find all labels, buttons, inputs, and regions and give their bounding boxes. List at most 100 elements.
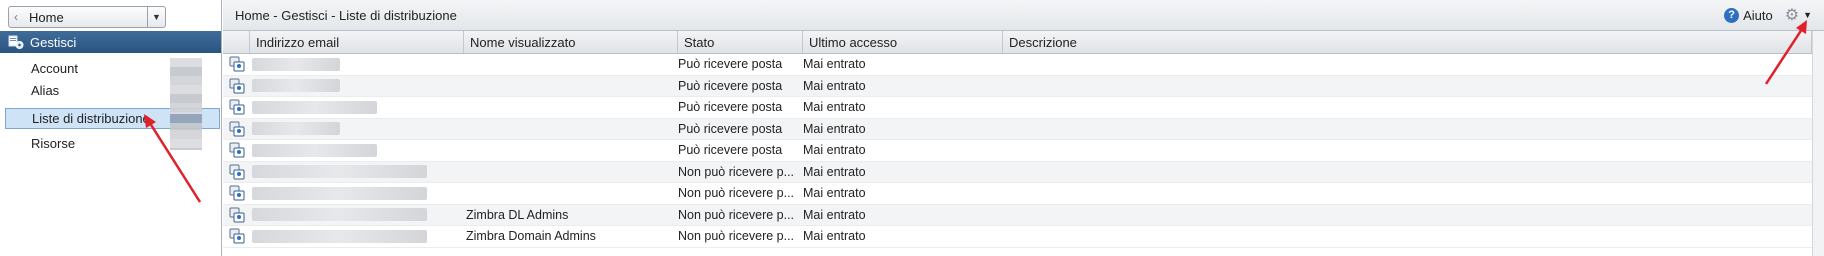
admin-console: ‹ Home ▼ Gestisci Account Alias Liste di… bbox=[0, 0, 1824, 256]
home-selector[interactable]: ‹ Home ▼ bbox=[8, 6, 166, 28]
distribution-list-icon bbox=[223, 226, 250, 247]
email-cell bbox=[250, 205, 464, 226]
status-cell: Non può ricevere p... bbox=[678, 229, 795, 244]
display-name-cell: Zimbra Domain Admins bbox=[466, 229, 596, 244]
distribution-list-icon bbox=[223, 76, 250, 97]
display-name-cell bbox=[464, 54, 678, 75]
table-row[interactable]: Può ricevere posta Mai entrato bbox=[223, 54, 1812, 76]
description-cell bbox=[1003, 119, 1812, 140]
redacted-email bbox=[252, 79, 340, 93]
redacted-email bbox=[252, 57, 340, 71]
distribution-list-icon bbox=[223, 119, 250, 140]
status-cell: Non può ricevere p... bbox=[678, 207, 795, 222]
description-cell bbox=[1003, 54, 1812, 75]
main-panel: Home - Gestisci - Liste di distribuzione… bbox=[223, 0, 1824, 256]
display-name-cell bbox=[464, 183, 678, 204]
description-cell bbox=[1003, 76, 1812, 97]
status-cell: Non può ricevere p... bbox=[678, 186, 795, 201]
last-access-cell: Mai entrato bbox=[803, 78, 866, 93]
table-row[interactable]: Può ricevere posta Mai entrato bbox=[223, 118, 1812, 140]
status-cell: Non può ricevere p... bbox=[678, 164, 795, 179]
description-cell bbox=[1003, 226, 1812, 247]
display-name-cell bbox=[464, 119, 678, 140]
gear-icon: ⚙ bbox=[1784, 7, 1800, 24]
email-cell bbox=[250, 97, 464, 118]
description-cell bbox=[1003, 140, 1812, 161]
column-header-description[interactable]: Descrizione bbox=[1003, 31, 1812, 53]
top-toolbar: Home - Gestisci - Liste di distribuzione… bbox=[223, 0, 1824, 31]
nav-item-label: Account bbox=[31, 61, 78, 76]
display-name-cell bbox=[464, 140, 678, 161]
table-row[interactable]: Può ricevere posta Mai entrato bbox=[223, 97, 1812, 119]
redacted-email bbox=[252, 208, 427, 222]
table-row[interactable]: Non può ricevere p... Mai entrato bbox=[223, 161, 1812, 183]
status-cell: Può ricevere posta bbox=[678, 57, 783, 72]
last-access-cell: Mai entrato bbox=[803, 143, 866, 158]
nav-item-label: Liste di distribuzione bbox=[32, 111, 150, 126]
table-header: Indirizzo email Nome visualizzato Stato … bbox=[223, 31, 1812, 54]
email-cell bbox=[250, 162, 464, 183]
distribution-list-icon bbox=[223, 205, 250, 226]
email-cell bbox=[250, 140, 464, 161]
distribution-list-table: Indirizzo email Nome visualizzato Stato … bbox=[223, 31, 1812, 248]
last-access-cell: Mai entrato bbox=[803, 207, 866, 222]
email-cell bbox=[250, 76, 464, 97]
last-access-cell: Mai entrato bbox=[803, 164, 866, 179]
column-header-status[interactable]: Stato bbox=[678, 31, 803, 53]
description-cell bbox=[1003, 205, 1812, 226]
table-row[interactable]: Può ricevere posta Mai entrato bbox=[223, 75, 1812, 97]
redacted-email bbox=[252, 143, 377, 157]
display-name-cell bbox=[464, 76, 678, 97]
chevron-down-icon[interactable]: ▼ bbox=[147, 7, 165, 27]
column-header-display-name[interactable]: Nome visualizzato bbox=[464, 31, 678, 53]
nav-item-label: Alias bbox=[31, 83, 60, 98]
settings-menu[interactable]: ⚙ ▼ bbox=[1785, 5, 1812, 25]
status-cell: Può ricevere posta bbox=[678, 143, 783, 158]
email-cell bbox=[250, 183, 464, 204]
back-chevron-icon[interactable]: ‹ bbox=[9, 7, 23, 27]
description-cell bbox=[1003, 162, 1812, 183]
redacted-email bbox=[252, 229, 427, 243]
table-row[interactable]: Zimbra DL Admins Non può ricevere p... Mai… bbox=[223, 204, 1812, 226]
section-title: Gestisci bbox=[30, 34, 77, 50]
description-cell bbox=[1003, 97, 1812, 118]
last-access-cell: Mai entrato bbox=[803, 229, 866, 244]
chevron-down-icon: ▼ bbox=[1803, 10, 1812, 20]
left-nav-panel: ‹ Home ▼ Gestisci Account Alias Liste di… bbox=[0, 0, 222, 256]
manage-icon bbox=[8, 35, 24, 49]
home-label: Home bbox=[29, 9, 64, 25]
redacted-email bbox=[252, 122, 340, 136]
last-access-cell: Mai entrato bbox=[803, 121, 866, 136]
column-header-email[interactable]: Indirizzo email bbox=[250, 31, 464, 53]
redacted-email bbox=[252, 100, 377, 114]
redacted-counts bbox=[170, 58, 202, 150]
last-access-cell: Mai entrato bbox=[803, 186, 866, 201]
last-access-cell: Mai entrato bbox=[803, 100, 866, 115]
section-header-gestisci[interactable]: Gestisci bbox=[0, 31, 221, 53]
description-cell bbox=[1003, 183, 1812, 204]
email-cell bbox=[250, 226, 464, 247]
status-cell: Può ricevere posta bbox=[678, 78, 783, 93]
help-label: Aiuto bbox=[1743, 7, 1773, 23]
status-cell: Può ricevere posta bbox=[678, 100, 783, 115]
help-icon: ? bbox=[1724, 7, 1740, 23]
status-cell: Può ricevere posta bbox=[678, 121, 783, 136]
table-row[interactable]: Può ricevere posta Mai entrato bbox=[223, 140, 1812, 162]
nav-item-label: Risorse bbox=[31, 136, 76, 151]
distribution-list-icon bbox=[223, 162, 250, 183]
redacted-email bbox=[252, 186, 427, 200]
table-row[interactable]: Zimbra Domain Admins Non può ricevere p..… bbox=[223, 226, 1812, 248]
display-name-cell bbox=[464, 97, 678, 118]
display-name-cell: Zimbra DL Admins bbox=[466, 207, 569, 222]
column-header-last-access[interactable]: Ultimo accesso bbox=[803, 31, 1003, 53]
table-row[interactable]: Non può ricevere p... Mai entrato bbox=[223, 183, 1812, 205]
redacted-email bbox=[252, 165, 427, 179]
distribution-list-icon bbox=[223, 183, 250, 204]
email-cell bbox=[250, 54, 464, 75]
table-body: Può ricevere posta Mai entrato Può ricever… bbox=[223, 54, 1812, 248]
help-link[interactable]: ? Aiuto bbox=[1724, 7, 1773, 23]
vertical-scrollbar[interactable] bbox=[1812, 31, 1824, 256]
distribution-list-icon bbox=[223, 54, 250, 75]
email-cell bbox=[250, 119, 464, 140]
breadcrumb: Home - Gestisci - Liste di distribuzione bbox=[235, 7, 457, 23]
